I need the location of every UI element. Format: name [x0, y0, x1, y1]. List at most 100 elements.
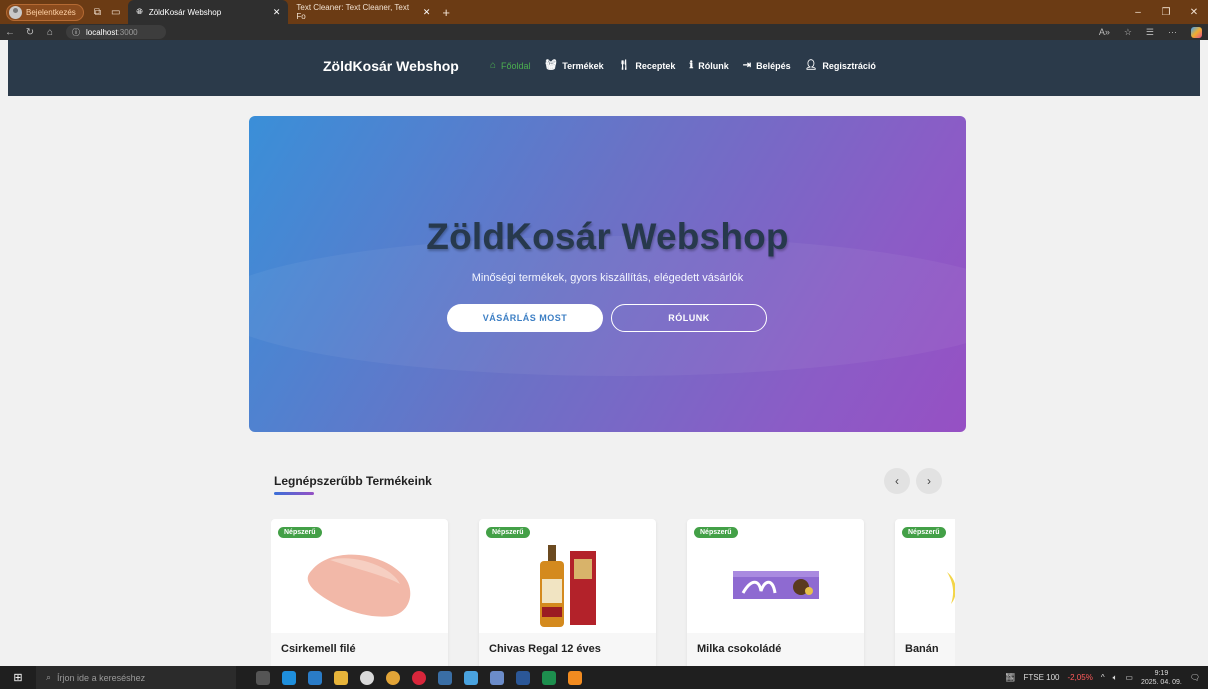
close-tab-icon[interactable]: ✕: [423, 7, 431, 18]
close-tab-icon[interactable]: ✕: [273, 7, 281, 18]
app-icon[interactable]: [542, 670, 556, 685]
user-plus-icon: 👤︎: [804, 60, 818, 71]
app-icon[interactable]: [438, 670, 452, 685]
stocks-icon[interactable]: 📉︎: [1005, 673, 1015, 682]
about-us-button[interactable]: RÓLUNK: [611, 304, 767, 332]
app-icon[interactable]: [490, 670, 504, 685]
info-icon: ℹ: [689, 60, 694, 71]
menu-label: Rólunk: [698, 60, 729, 71]
workspaces-icon[interactable]: ⧉: [94, 7, 101, 18]
tab-zoldkosar[interactable]: 🌐︎ ZöldKosár Webshop ✕: [128, 0, 289, 24]
task-view-icon[interactable]: [256, 670, 270, 685]
product-name: Milka csokoládé: [687, 633, 864, 666]
chevron-right-icon: ›: [927, 474, 931, 488]
copilot-icon[interactable]: [1191, 26, 1202, 38]
clock-time: 9:19: [1154, 669, 1169, 677]
product-image: [687, 537, 864, 633]
section-title: Legnépszerűbb Termékeink: [274, 474, 432, 488]
main-content: ZöldKosár Webshop Minőségi termékek, gyo…: [8, 96, 1200, 666]
product-image: [895, 537, 955, 633]
popular-badge: Népszerű: [486, 527, 530, 538]
menu-item-receptek[interactable]: 🍴︎ Receptek: [618, 60, 676, 71]
menu-label: Termékek: [562, 60, 604, 71]
windows-taskbar: ⊞ ⌕ Írjon ide a kereséshez 📉︎ FTSE 100 -…: [0, 666, 1208, 689]
carousel-next-button[interactable]: ›: [916, 468, 942, 494]
browser-toolbar-right: A» ☆ ☰ ···: [1099, 24, 1202, 40]
volume-icon[interactable]: 🔈︎: [1113, 673, 1118, 683]
popular-badge: Népszerű: [278, 527, 322, 538]
taskbar-search[interactable]: ⌕ Írjon ide a kereséshez: [36, 666, 236, 689]
chevron-left-icon: ‹: [895, 474, 899, 488]
search-icon: ⌕: [46, 672, 52, 682]
product-card-chicken[interactable]: Népszerű Csirkemell filé: [271, 519, 448, 666]
profile-button[interactable]: Bejelentkezés: [6, 3, 84, 21]
url-host: localhost: [86, 27, 118, 37]
clock[interactable]: 9:19 2025. 04. 09.: [1141, 669, 1182, 687]
windows-start-icon[interactable]: ⊞: [0, 671, 36, 684]
carousel-prev-button[interactable]: ‹: [884, 468, 910, 494]
opera-gx-icon[interactable]: [412, 670, 426, 685]
menu-label: Receptek: [635, 60, 676, 71]
shop-now-button[interactable]: VÁSÁRLÁS MOST: [447, 304, 603, 332]
read-aloud-icon[interactable]: A»: [1099, 27, 1110, 37]
refresh-icon[interactable]: ↻: [20, 27, 40, 38]
product-card-chivas[interactable]: Népszerű Chivas Regal 12 éves: [479, 519, 656, 666]
url-field[interactable]: ⓘ localhost:3000: [66, 25, 166, 39]
milka-bar-image: [732, 571, 819, 599]
vscode-icon[interactable]: [464, 670, 478, 685]
menu-item-termekek[interactable]: 🧺︎ Termékek: [545, 60, 604, 71]
product-carousel: Népszerű Csirkemell filé Népszerű Chivas…: [271, 519, 955, 666]
close-window-icon[interactable]: ✕: [1180, 7, 1208, 18]
section-underline: [274, 492, 314, 495]
hero-title: ZöldKosár Webshop: [426, 216, 789, 257]
network-icon[interactable]: ▭: [1125, 673, 1133, 682]
product-image: [479, 537, 656, 633]
brand-logo[interactable]: ZöldKosár Webshop: [323, 58, 459, 74]
main-menu: ⌂ Főoldal 🧺︎ Termékek 🍴︎ Receptek ℹ Rólu…: [490, 60, 876, 71]
site-navbar: ZöldKosár Webshop ⌂ Főoldal 🧺︎ Termékek …: [8, 40, 1200, 96]
utensils-icon: 🍴︎: [617, 60, 631, 71]
taskbar-apps: [256, 670, 582, 685]
banana-image: [947, 572, 955, 604]
product-card-milka[interactable]: Népszerű Milka csokoládé: [687, 519, 864, 666]
menu-label: Regisztráció: [822, 60, 876, 71]
address-bar: ← ↻ ⌂ ⓘ localhost:3000 A» ☆ ☰ ···: [0, 24, 1208, 40]
file-explorer-icon[interactable]: [334, 670, 348, 685]
favorite-icon[interactable]: ☆: [1124, 27, 1132, 38]
ticker-change: -2,05%: [1067, 673, 1093, 682]
menu-item-rolunk[interactable]: ℹ Rólunk: [689, 60, 728, 71]
opera-icon[interactable]: [360, 670, 374, 685]
basket-icon: 🧺︎: [544, 60, 558, 71]
tray-chevron-icon[interactable]: ^: [1101, 673, 1105, 682]
tab-title: ZöldKosár Webshop: [148, 7, 222, 17]
product-image: [271, 537, 448, 633]
new-tab-icon[interactable]: +: [442, 5, 450, 20]
notifications-icon[interactable]: 🗨︎: [1190, 673, 1200, 682]
chicken-breast-image: [307, 554, 410, 617]
menu-item-belepes[interactable]: ⇥ Belépés: [743, 60, 791, 71]
hero-subtitle: Minőségi termékek, gyors kiszállítás, el…: [471, 272, 744, 284]
profile-label: Bejelentkezés: [26, 7, 76, 17]
more-icon[interactable]: ···: [1168, 27, 1177, 37]
tab-actions-icon[interactable]: ▭: [111, 7, 120, 18]
product-name: Chivas Regal 12 éves: [479, 633, 656, 666]
restore-icon[interactable]: ❐: [1152, 7, 1180, 18]
back-icon[interactable]: ←: [0, 27, 20, 38]
home-browser-icon[interactable]: ⌂: [40, 27, 60, 38]
minimize-icon[interactable]: –: [1124, 7, 1152, 18]
xampp-icon[interactable]: [568, 670, 582, 685]
product-name: Banán: [895, 633, 955, 666]
hero-banner: ZöldKosár Webshop Minőségi termékek, gyo…: [249, 116, 966, 432]
product-card-banana[interactable]: Népszerű Banán: [895, 519, 955, 666]
store-icon[interactable]: [308, 670, 322, 685]
system-tray: 📉︎ FTSE 100 -2,05% ^ 🔈︎ ▭ 9:19 2025. 04.…: [1005, 666, 1200, 689]
chrome-icon[interactable]: [386, 670, 400, 685]
edge-icon[interactable]: [282, 670, 296, 685]
favorites-list-icon[interactable]: ☰: [1146, 27, 1154, 38]
url-port: :3000: [117, 27, 138, 37]
menu-item-fooldal[interactable]: ⌂ Főoldal: [490, 60, 531, 71]
tab-text-cleaner[interactable]: Text Cleaner: Text Cleaner, Text Fo ✕: [288, 0, 438, 24]
word-icon[interactable]: [516, 670, 530, 685]
menu-item-regisztracio[interactable]: 👤︎ Regisztráció: [805, 60, 876, 71]
menu-label: Belépés: [756, 60, 791, 71]
